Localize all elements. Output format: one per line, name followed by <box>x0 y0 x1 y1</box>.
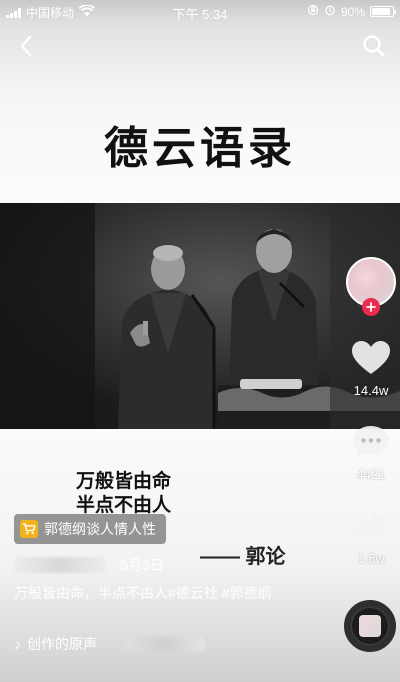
video-title: 德云语录 <box>104 123 296 174</box>
quote-text: 万般皆由命 半点不由人 <box>76 470 171 518</box>
like-button[interactable]: 14.4w <box>346 340 396 398</box>
post-meta: · 5月5日 <box>14 555 164 575</box>
battery-icon <box>370 6 396 17</box>
share-button[interactable]: 1.5w <box>346 508 396 566</box>
share-count: 1.5w <box>357 551 385 566</box>
quote-attribution: —— 郭论 <box>200 546 286 568</box>
share-arrow-icon <box>353 511 389 541</box>
alarm-icon <box>324 4 336 19</box>
stage-photo[interactable] <box>0 203 400 429</box>
heart-icon <box>352 341 390 374</box>
author-avatar[interactable] <box>346 257 396 316</box>
music-info[interactable]: ♪ 创作的原声 <box>14 634 205 654</box>
search-icon <box>363 35 385 57</box>
video-screen: 中国移动 下午 5:34 90% 德云语录 万般皆由命 半点不由人 —— 郭论 … <box>0 0 400 682</box>
follow-button[interactable] <box>362 298 380 316</box>
plus-icon <box>366 302 376 312</box>
post-date: · 5月5日 <box>112 557 165 573</box>
chevron-left-icon <box>20 35 32 57</box>
shop-tag-label: 郭德纲谈人情人性 <box>44 521 156 537</box>
quote-line-1: 万般皆由命 <box>76 471 172 492</box>
status-bar: 中国移动 下午 5:34 90% <box>0 0 400 22</box>
comment-button[interactable]: 4421 <box>346 424 396 482</box>
search-button[interactable] <box>358 30 390 62</box>
music-author-blurred <box>125 637 205 651</box>
music-cover <box>359 615 381 637</box>
music-note-icon: ♪ <box>14 636 21 652</box>
music-disc-button[interactable] <box>344 600 396 652</box>
cart-icon <box>20 520 38 538</box>
shop-tag-button[interactable]: 郭德纲谈人情人性 <box>14 514 166 544</box>
orientation-lock-icon <box>307 4 319 19</box>
post-caption: 万般皆由命，半点不由人#德云社 #郭德纲 <box>14 585 272 601</box>
like-count: 14.4w <box>353 383 389 398</box>
back-button[interactable] <box>10 30 42 62</box>
music-label: 创作的原声 <box>27 636 97 652</box>
comment-icon <box>353 426 389 458</box>
author-name-blurred[interactable] <box>14 557 106 573</box>
battery-percent: 90% <box>340 4 365 19</box>
performers-image <box>0 203 400 429</box>
comment-count: 4421 <box>356 467 386 482</box>
